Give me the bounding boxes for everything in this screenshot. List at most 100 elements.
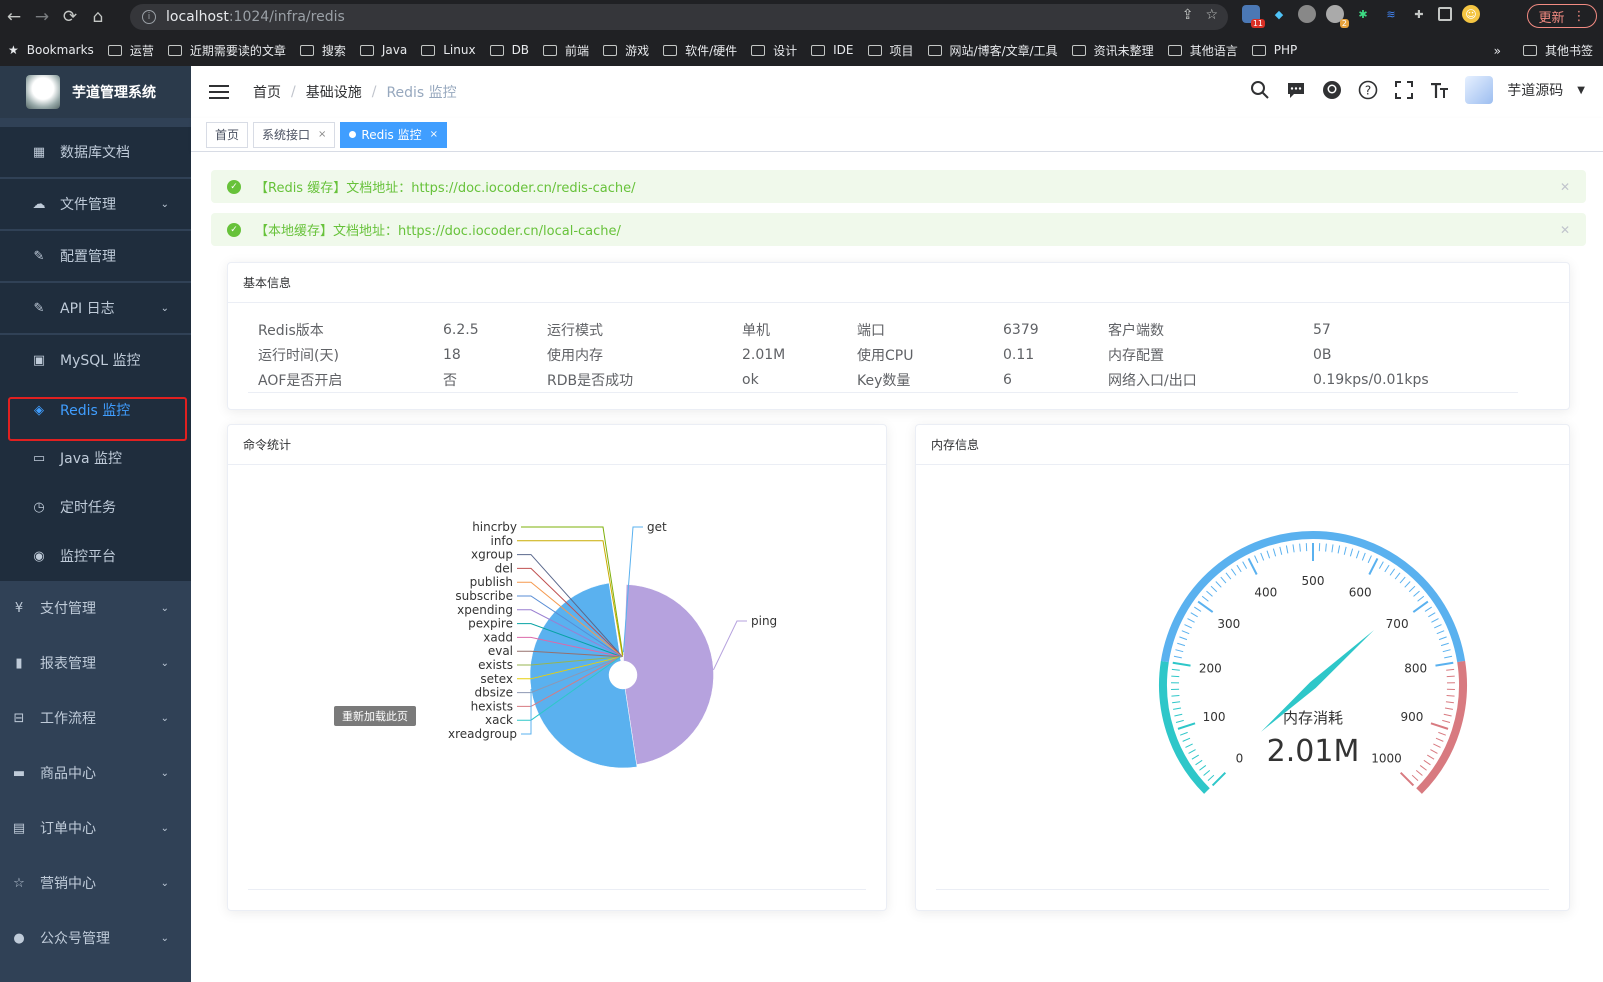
update-button[interactable]: 更新 ⋮ <box>1527 4 1597 28</box>
close-icon[interactable]: × <box>318 129 326 140</box>
briefcase-icon: ⊟ <box>13 710 25 726</box>
app-title: 芋道管理系统 <box>72 85 156 101</box>
extension-icon[interactable]: 2 <box>1326 5 1349 28</box>
chevron-down-icon: ⌄ <box>160 877 169 889</box>
bookmark-folder[interactable]: 软件/硬件 <box>663 42 737 59</box>
back-icon[interactable]: ← <box>0 3 28 31</box>
share-icon[interactable]: ⇪ <box>1182 7 1194 23</box>
pie-slice-ping[interactable] <box>623 584 714 765</box>
home-icon[interactable]: ⌂ <box>84 3 112 31</box>
gauge-tick-label: 700 <box>1386 617 1409 631</box>
gauge-minor-tick <box>1434 624 1442 629</box>
bookmark-folder[interactable]: 设计 <box>751 42 797 59</box>
caret-down-icon[interactable]: ▼ <box>1577 85 1585 96</box>
sidebar-item-config[interactable]: ✎ 配置管理 <box>0 231 191 281</box>
sidebar-item-java[interactable]: ▭ Java 监控 <box>0 433 191 483</box>
bug-icon[interactable]: ✱ <box>1354 5 1372 23</box>
gauge-minor-tick <box>1184 624 1192 629</box>
more-bookmarks-button[interactable]: » <box>1494 44 1501 58</box>
bookmark-folder[interactable]: 近期需要读的文章 <box>167 42 286 59</box>
gauge-minor-tick <box>1367 555 1372 564</box>
bookmark-folder[interactable]: IDE <box>811 43 854 57</box>
bookmark-folder[interactable]: 项目 <box>867 42 914 59</box>
reload-icon[interactable]: ⟳ <box>56 3 84 31</box>
sidebar-item-product[interactable]: ▬ 商品中心 ⌄ <box>0 748 191 798</box>
bookmark-folder[interactable]: 其他语言 <box>1167 42 1238 59</box>
sidebar-item-workflow[interactable]: ⊟ 工作流程 ⌄ <box>0 693 191 743</box>
sidebar-item-api-log[interactable]: ✎ API 日志 ⌄ <box>0 283 191 333</box>
close-icon[interactable]: × <box>430 129 438 140</box>
gauge-minor-tick <box>1349 548 1354 557</box>
tag-label: Redis 监控 <box>361 128 422 142</box>
reload-page-tooltip: 重新加载此页 <box>334 706 416 726</box>
sidebar-item-redis[interactable]: ◈ Redis 监控 <box>0 385 191 435</box>
bookmark-folder[interactable]: PHP <box>1251 43 1297 57</box>
bookmark-folder[interactable]: Linux <box>421 43 476 57</box>
sidebar-logo[interactable]: 芋道管理系统 <box>0 66 191 118</box>
avatar[interactable] <box>1465 76 1494 104</box>
message-icon[interactable] <box>1285 79 1307 101</box>
sidebar-item-file[interactable]: ☁ 文件管理 ⌄ <box>0 179 191 229</box>
breadcrumb-item[interactable]: 首页 <box>253 82 281 102</box>
sidebar-item-db-doc[interactable]: ▦ 数据库文档 <box>0 127 191 177</box>
command-pie-chart[interactable]: get ping hincrbyinfoxgroupdelpublishsubscr… <box>228 465 888 912</box>
gauge-minor-tick <box>1181 630 1190 635</box>
sidebar-item-mysql[interactable]: ▣ MySQL 监控 <box>0 335 191 385</box>
bookmark-folder[interactable]: 游戏 <box>603 42 649 59</box>
gauge-minor-tick <box>1438 731 1447 736</box>
close-icon[interactable]: ✕ <box>1560 223 1570 237</box>
sidepanel-icon[interactable] <box>1438 7 1452 21</box>
layers-icon[interactable]: ≋ <box>1382 5 1400 23</box>
github-icon[interactable] <box>1321 79 1343 101</box>
extension-icon[interactable] <box>1298 5 1316 23</box>
close-icon[interactable]: ✕ <box>1560 180 1570 194</box>
sidebar-item-pay[interactable]: ¥ 支付管理 ⌄ <box>0 583 191 633</box>
bookmark-folder[interactable]: 资讯未整理 <box>1071 42 1154 59</box>
tag-home[interactable]: 首页 <box>206 121 249 148</box>
other-bookmarks[interactable]: 其他书签 <box>1545 42 1593 59</box>
profile-avatar-icon[interactable]: ☺ <box>1462 5 1480 23</box>
help-icon[interactable]: ? <box>1357 79 1379 101</box>
bookmark-folder[interactable]: 网站/博客/文章/工具 <box>927 42 1058 59</box>
search-icon[interactable] <box>1249 79 1271 101</box>
extension-icon[interactable]: 11 <box>1242 5 1265 28</box>
bookmark-folder[interactable]: 运营 <box>107 42 154 59</box>
bookmark-folder[interactable]: DB <box>489 43 529 57</box>
gauge-minor-tick <box>1428 612 1436 618</box>
bookmarks-bar: ★ Bookmarks 运营 近期需要读的文章 搜索 Java Linux DB … <box>0 34 1603 66</box>
hamburger-icon[interactable] <box>209 85 229 99</box>
tag-redis[interactable]: Redis 监控 × <box>340 121 448 148</box>
sidebar-item-promotion[interactable]: ☆ 营销中心 ⌄ <box>0 858 191 908</box>
address-bar[interactable]: i localhost:1024/infra/redis ⇪ ☆ <box>130 4 1228 30</box>
breadcrumb-item[interactable]: 基础设施 <box>306 82 362 102</box>
bookmark-folder[interactable]: 搜索 <box>299 42 346 59</box>
bookmark-star-icon[interactable]: ☆ <box>1205 7 1218 23</box>
sidebar-item-mp[interactable]: ● 公众号管理 ⌄ <box>0 913 191 963</box>
gauge-minor-tick <box>1173 707 1182 710</box>
bookmark-folder[interactable]: 前端 <box>543 42 589 59</box>
gauge-major-tick <box>1177 722 1196 730</box>
fullscreen-icon[interactable] <box>1393 79 1415 101</box>
gauge-minor-tick <box>1203 770 1211 776</box>
diamond-icon[interactable]: ◆ <box>1270 5 1288 23</box>
alert-text[interactable]: 【Redis 缓存】文档地址：https://doc.iocoder.cn/re… <box>255 177 636 196</box>
sidebar-item-job[interactable]: ◷ 定时任务 <box>0 482 191 532</box>
alert-local-cache: ✓ 【本地缓存】文档地址：https://doc.iocoder.cn/loca… <box>211 213 1586 246</box>
gauge-minor-tick <box>1442 719 1451 723</box>
gauge-minor-tick <box>1175 719 1184 723</box>
site-info-icon[interactable]: i <box>142 10 156 24</box>
bookmark-folder[interactable]: Java <box>359 43 407 57</box>
tag-system-api[interactable]: 系统接口 × <box>253 121 336 148</box>
username[interactable]: 芋道源码 <box>1507 80 1563 100</box>
sidebar-item-report[interactable]: ▮ 报表管理 ⌄ <box>0 638 191 688</box>
alert-text[interactable]: 【本地缓存】文档地址：https://doc.iocoder.cn/local-… <box>255 220 621 239</box>
gauge-tick-label: 100 <box>1203 710 1226 724</box>
forward-icon[interactable]: → <box>28 3 56 31</box>
memory-gauge-chart: 0 100 200 300 400 500 600 700 800 900 1000 内存消耗 2.01… <box>1159 531 1467 794</box>
bookmarks-menu[interactable]: ★ Bookmarks <box>8 43 94 57</box>
font-size-icon[interactable] <box>1429 79 1451 101</box>
sidebar-item-order[interactable]: ▤ 订单中心 ⌄ <box>0 803 191 853</box>
bookmark-label: 近期需要读的文章 <box>189 43 286 58</box>
puzzle-icon[interactable]: ✚ <box>1410 5 1428 23</box>
sidebar-item-monitor[interactable]: ◉ 监控平台 <box>0 531 191 581</box>
